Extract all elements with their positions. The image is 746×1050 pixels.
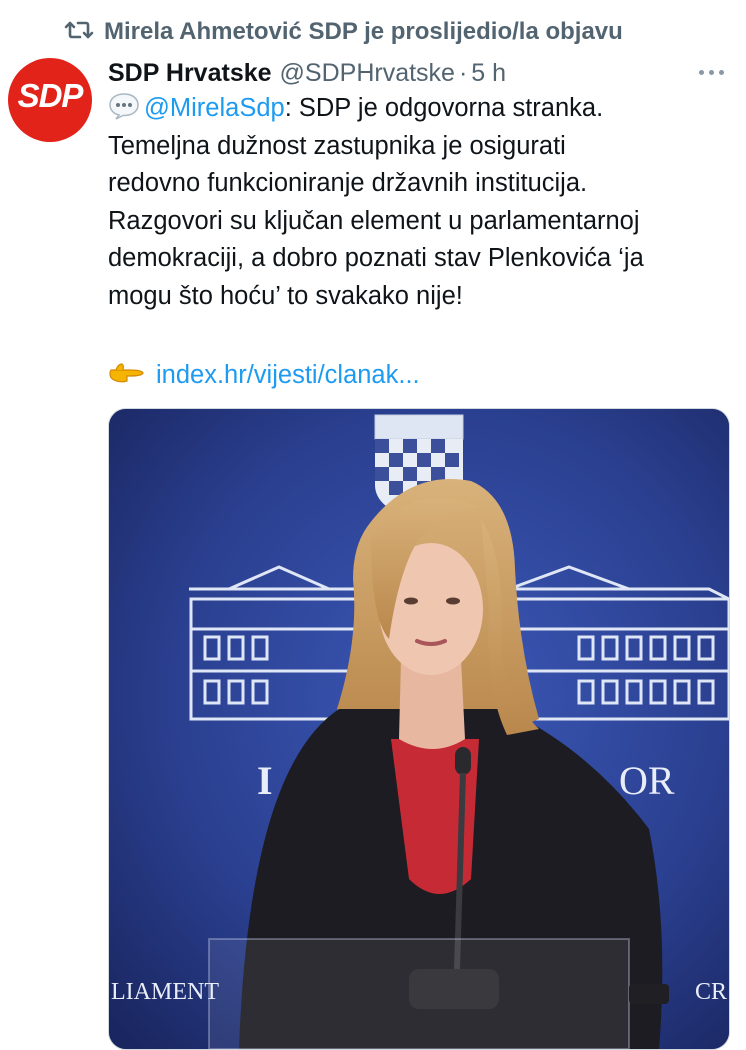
speech-balloon-icon [108, 92, 140, 120]
tweet-header: SDP Hrvatske @SDPHrvatske · 5 h [108, 56, 506, 90]
more-options-icon[interactable] [694, 58, 728, 86]
tweet-photo[interactable]: I OR LIAMENT CR [108, 408, 730, 1050]
tweet-line: Razgovori su ključan element u parlament… [108, 206, 640, 235]
backdrop-text-left: LIAMENT [111, 979, 219, 1005]
article-link[interactable]: index.hr/vijesti/clanak... [156, 361, 420, 390]
backdrop-text-mid-left: I [257, 758, 273, 803]
author-name[interactable]: SDP Hrvatske [108, 59, 272, 88]
header-separator: · [458, 58, 468, 87]
backdrop-text-right: CR [695, 979, 727, 1005]
author-handle[interactable]: @SDPHrvatske [280, 59, 455, 88]
tweet-line: demokraciji, a dobro poznati stav Plenko… [108, 244, 644, 272]
pointing-hand-icon [108, 360, 146, 391]
link-row: index.hr/vijesti/clanak... [108, 356, 420, 394]
retweet-context[interactable]: Mirela Ahmetović SDP je proslijedio/la o… [64, 14, 623, 50]
mention-link[interactable]: @MirelaSdp [144, 94, 285, 122]
sdp-logo: SDP [17, 77, 84, 114]
retweet-icon [64, 18, 94, 47]
tweet-line: mogu što hoću’ to svakako nije! [108, 281, 463, 310]
backdrop-text-mid: OR [619, 758, 675, 803]
tweet-line: @MirelaSdp: SDP je odgovorna stranka. [108, 90, 728, 128]
tweet-timestamp[interactable]: 5 h [471, 59, 506, 88]
tweet-line: redovno funkcioniranje državnih instituc… [108, 169, 588, 197]
avatar[interactable]: SDP [8, 58, 92, 142]
tweet-line: Temeljna dužnost zastupnika je osigurati [108, 131, 566, 160]
retweet-label: Mirela Ahmetović SDP je proslijedio/la o… [104, 18, 623, 45]
tweet-text: @MirelaSdp: SDP je odgovorna stranka. Te… [108, 90, 728, 315]
